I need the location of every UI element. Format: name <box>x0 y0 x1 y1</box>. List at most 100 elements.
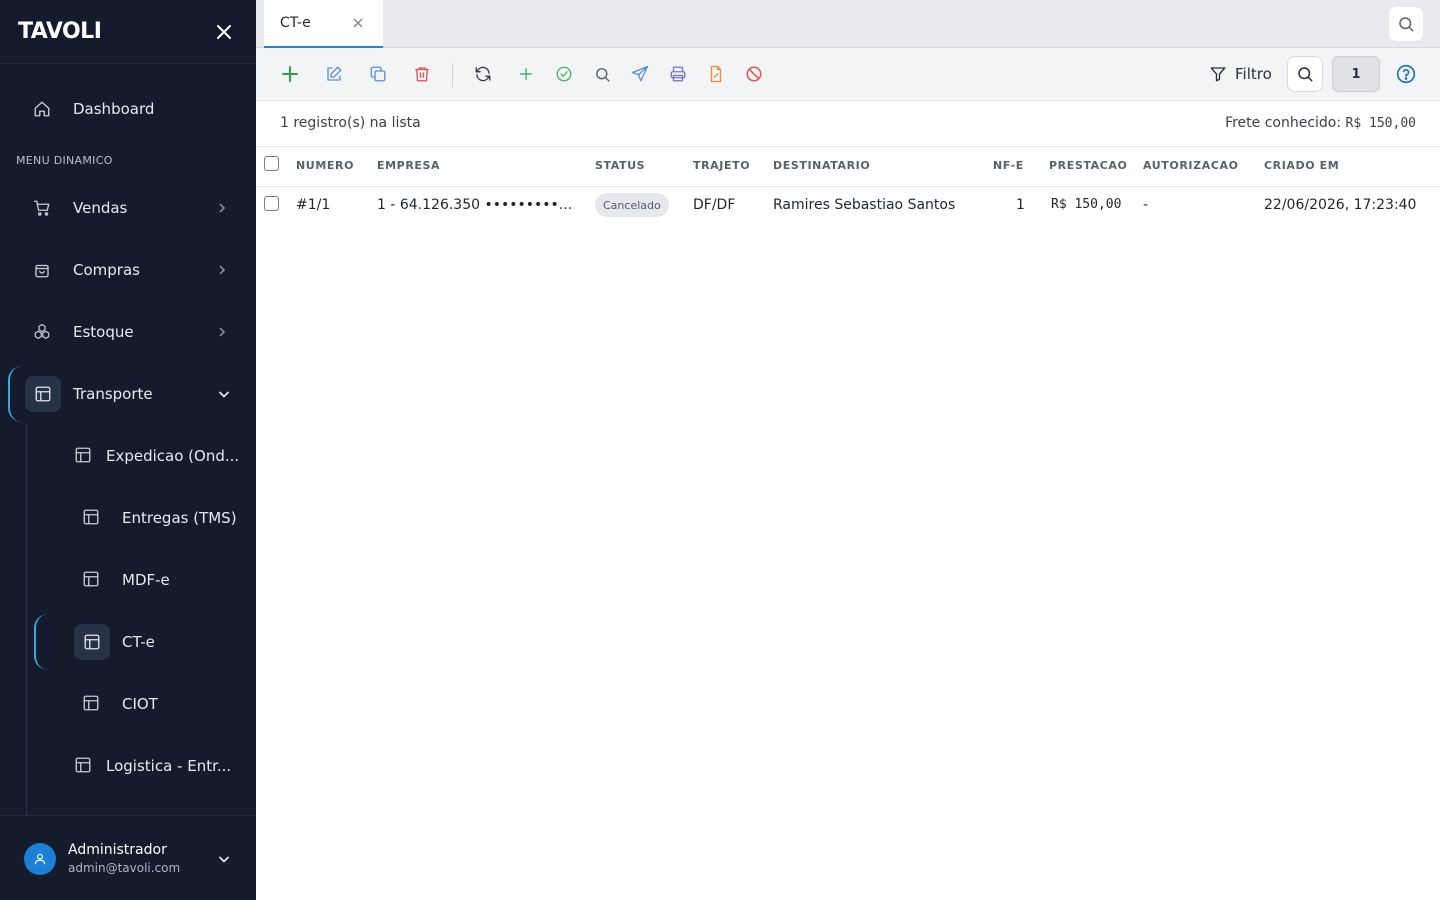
column-header[interactable]: DESTINATARIO <box>773 159 870 172</box>
section-label: MENU DINAMICO <box>16 154 113 167</box>
trash-icon <box>415 67 429 82</box>
sidebar-subitem-ciot[interactable]: CIOT <box>82 676 250 732</box>
active-indicator <box>34 614 54 670</box>
copy-button[interactable] <box>368 64 388 84</box>
filter-label: Filtro <box>1235 65 1272 83</box>
table-header: NUMERO EMPRESA STATUS TRAJETO DESTINATAR… <box>256 147 1440 187</box>
consult-button[interactable] <box>592 64 612 84</box>
sidebar-subitem-cte[interactable]: CT-e <box>74 614 250 670</box>
search-button[interactable] <box>1287 56 1323 92</box>
help-icon <box>1396 64 1416 84</box>
toolbar-divider <box>452 63 453 87</box>
layout-icon <box>25 376 61 412</box>
sidebar-item-vendas[interactable]: Vendas <box>0 180 256 236</box>
frete-total: Frete conhecido: R$ 150,00 <box>1225 115 1416 131</box>
cart-icon <box>32 198 52 218</box>
search-icon <box>1399 17 1414 32</box>
chevron-right-icon <box>214 324 230 340</box>
copy-icon <box>370 66 386 82</box>
sidebar-item-estoque[interactable]: Estoque <box>0 304 256 360</box>
sidebar-subitem-label: Logistica - Entr... <box>106 757 232 775</box>
cancel-button[interactable] <box>744 64 764 84</box>
column-header[interactable]: CRIADO EM <box>1264 159 1339 172</box>
chevron-down-icon[interactable] <box>216 851 232 867</box>
status-badge: Cancelado <box>595 193 669 217</box>
search-icon <box>595 67 610 82</box>
xml-button[interactable] <box>706 64 726 84</box>
tab-cte[interactable]: CT-e <box>264 0 383 48</box>
cell-nfe: 1 <box>1016 197 1025 213</box>
column-header[interactable]: NF-E <box>993 159 1024 172</box>
close-tab-icon[interactable] <box>352 17 364 29</box>
file-icon <box>710 65 722 83</box>
sidebar-item-label: Estoque <box>73 323 134 341</box>
global-search-button[interactable] <box>1389 7 1423 41</box>
send-icon <box>631 65 649 82</box>
printer-icon <box>670 66 686 82</box>
refresh-icon <box>475 66 491 82</box>
row-checkbox[interactable] <box>264 196 279 211</box>
edit-button[interactable] <box>324 64 344 84</box>
ban-icon <box>746 66 762 82</box>
send-button[interactable] <box>630 64 650 84</box>
layout-icon <box>82 570 100 592</box>
sidebar-subitem-entregas[interactable]: Entregas (TMS) <box>82 490 250 546</box>
print-button[interactable] <box>668 64 688 84</box>
home-icon <box>32 99 52 119</box>
sidebar-item-dashboard[interactable]: Dashboard <box>0 81 256 137</box>
cell-destinatario: Ramires Sebastiao Santos <box>773 197 956 213</box>
add-button[interactable] <box>280 64 300 84</box>
layout-icon <box>82 694 100 716</box>
authorize-button[interactable] <box>554 64 574 84</box>
page-number[interactable]: 1 <box>1332 56 1380 92</box>
sidebar-subitem-expedicao[interactable]: Expedicao (Ond... <box>74 428 250 484</box>
layout-icon <box>74 446 92 468</box>
list-summary: 1 registro(s) na lista Frete conhecido: … <box>256 101 1440 147</box>
edit-icon <box>327 66 342 81</box>
close-sidebar-icon[interactable] <box>212 20 236 44</box>
filter-button[interactable]: Filtro <box>1209 62 1272 86</box>
table-row[interactable]: #1/1 1 - 64.126.350 •••••••••... Cancela… <box>256 187 1440 223</box>
column-header[interactable]: AUTORIZACAO <box>1143 159 1239 172</box>
frete-value: R$ 150,00 <box>1345 116 1416 131</box>
sidebar-subitem-label: Expedicao (Ond... <box>106 447 240 465</box>
refresh-button[interactable] <box>473 64 493 84</box>
sidebar-item-transporte[interactable]: Transporte <box>0 366 256 422</box>
user-panel[interactable]: Administrador admin@tavoli.com <box>0 815 256 900</box>
app-logo[interactable]: TAVOLI <box>18 19 102 44</box>
sidebar-item-label: Vendas <box>73 199 128 217</box>
shopping-bag-icon <box>32 260 52 280</box>
sidebar-item-label: Dashboard <box>73 100 155 118</box>
column-header[interactable]: EMPRESA <box>377 159 440 172</box>
cell-autorizacao: - <box>1143 197 1149 213</box>
column-header[interactable]: STATUS <box>595 159 645 172</box>
sidebar-subitem-logistica[interactable]: Logistica - Entr... <box>74 738 250 794</box>
select-all-checkbox[interactable] <box>264 156 279 171</box>
cell-prestacao: R$ 150,00 <box>1051 197 1122 212</box>
search-icon <box>1298 67 1313 82</box>
sidebar-subitem-label: MDF-e <box>122 571 170 589</box>
help-button[interactable] <box>1396 64 1416 84</box>
delete-button[interactable] <box>412 64 432 84</box>
layout-icon <box>74 756 92 778</box>
record-count: 1 registro(s) na lista <box>280 115 421 131</box>
column-header[interactable]: TRAJETO <box>693 159 750 172</box>
sidebar-item-compras[interactable]: Compras <box>0 242 256 298</box>
sidebar-subitem-mdfe[interactable]: MDF-e <box>82 552 250 608</box>
tab-label: CT-e <box>280 15 311 31</box>
tab-bar: CT-e <box>256 0 1440 48</box>
add-secondary-button[interactable] <box>516 64 536 84</box>
layout-icon <box>74 624 110 660</box>
cell-trajeto: DF/DF <box>693 197 736 213</box>
frete-label: Frete conhecido: <box>1225 115 1342 131</box>
column-header[interactable]: NUMERO <box>296 159 354 172</box>
user-name: Administrador <box>68 842 167 858</box>
sidebar-item-label: Transporte <box>73 385 153 403</box>
chevron-down-icon <box>216 386 232 402</box>
column-header[interactable]: PRESTACAO <box>1049 159 1127 172</box>
avatar <box>24 843 56 875</box>
toolbar: Filtro 1 <box>256 48 1440 101</box>
layout-icon <box>82 508 100 530</box>
sidebar-subitem-label: CIOT <box>122 695 158 713</box>
boxes-icon <box>32 322 52 342</box>
